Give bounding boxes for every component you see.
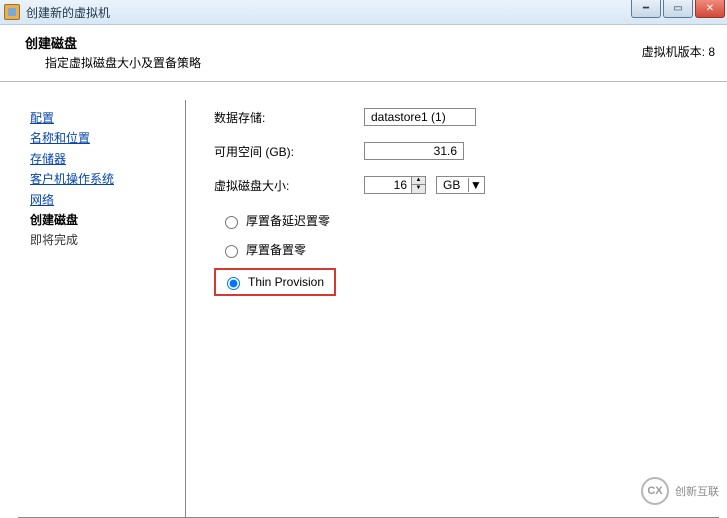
spinner-buttons: ▲ ▼ [411, 176, 426, 194]
chevron-down-icon: ▼ [468, 178, 482, 192]
datastore-label: 数据存储: [214, 109, 364, 126]
step-ready-complete: 即将完成 [30, 230, 175, 250]
disksize-unit-value: GB [443, 178, 460, 192]
wizard-steps: 配置 名称和位置 存储器 客户机操作系统 网络 创建磁盘 即将完成 [18, 100, 186, 518]
form-panel: 数据存储: datastore1 (1) 可用空间 (GB): 31.6 虚拟磁… [186, 100, 719, 518]
minimize-button[interactable]: ━ [631, 0, 661, 18]
app-icon [4, 4, 20, 20]
radio-thin-label: Thin Provision [248, 275, 324, 289]
close-button[interactable]: ✕ [695, 0, 725, 18]
step-create-disk: 创建磁盘 [30, 210, 175, 230]
radio-thin-input[interactable] [227, 277, 240, 290]
disksize-label: 虚拟磁盘大小: [214, 177, 364, 194]
titlebar: 创建新的虚拟机 ━ ▭ ✕ [0, 0, 727, 25]
watermark-text: 创新互联 [675, 483, 719, 499]
radio-thick-lazy-label: 厚置备延迟置零 [246, 212, 330, 229]
page-title: 创建磁盘 [25, 33, 707, 52]
watermark-logo: CX [641, 477, 669, 505]
radio-thick-eager-input[interactable] [225, 245, 238, 258]
step-config[interactable]: 配置 [30, 108, 175, 128]
window-controls: ━ ▭ ✕ [631, 0, 725, 18]
row-disksize: 虚拟磁盘大小: ▲ ▼ GB ▼ [214, 176, 699, 194]
provision-radios: 厚置备延迟置零 厚置备置零 Thin Provision [214, 210, 699, 296]
freespace-label: 可用空间 (GB): [214, 143, 364, 160]
wizard-body: 配置 名称和位置 存储器 客户机操作系统 网络 创建磁盘 即将完成 数据存储: … [0, 82, 727, 518]
watermark: CX 创新互联 [641, 477, 719, 505]
spinner-down[interactable]: ▼ [411, 185, 426, 194]
step-guest-os[interactable]: 客户机操作系统 [30, 169, 175, 189]
radio-thick-lazy-input[interactable] [225, 216, 238, 229]
row-datastore: 数据存储: datastore1 (1) [214, 108, 699, 126]
page-subtitle: 指定虚拟磁盘大小及置备策略 [45, 54, 707, 71]
vm-version: 虚拟机版本: 8 [642, 43, 715, 60]
row-freespace: 可用空间 (GB): 31.6 [214, 142, 699, 160]
datastore-value: datastore1 (1) [364, 108, 476, 126]
window-title: 创建新的虚拟机 [26, 4, 110, 21]
radio-thick-lazy[interactable]: 厚置备延迟置零 [214, 210, 699, 231]
freespace-value: 31.6 [364, 142, 464, 160]
radio-thick-eager[interactable]: 厚置备置零 [214, 239, 699, 260]
step-network[interactable]: 网络 [30, 190, 175, 210]
maximize-button[interactable]: ▭ [663, 0, 693, 18]
disksize-spinner: ▲ ▼ [364, 176, 426, 194]
step-name-location[interactable]: 名称和位置 [30, 128, 175, 148]
radio-thick-eager-label: 厚置备置零 [246, 241, 306, 258]
disksize-input[interactable] [364, 176, 412, 194]
wizard-header: 创建磁盘 指定虚拟磁盘大小及置备策略 虚拟机版本: 8 [0, 25, 727, 82]
step-storage[interactable]: 存储器 [30, 149, 175, 169]
radio-thin[interactable]: Thin Provision [214, 268, 336, 296]
disksize-unit-select[interactable]: GB ▼ [436, 176, 485, 194]
spinner-up[interactable]: ▲ [411, 176, 426, 185]
